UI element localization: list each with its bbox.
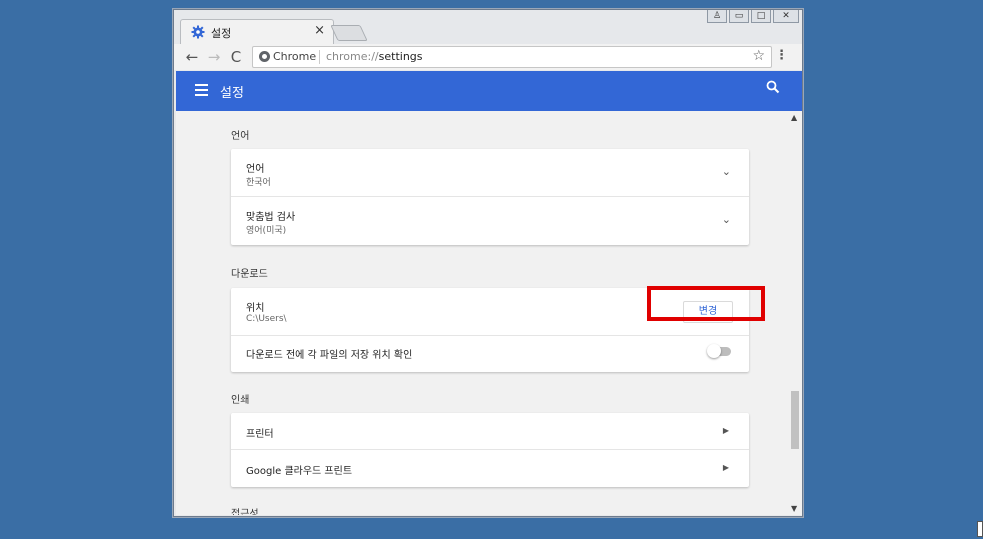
arrow-right-icon: ▶ [722, 426, 729, 435]
highlight-box [647, 286, 765, 321]
language-card: 언어 한국어 ⌄ 맞춤법 검사 영어(미국) ⌄ [231, 149, 749, 245]
printers-row[interactable]: 프린터 ▶ [231, 413, 749, 450]
spellcheck-row[interactable]: 맞춤법 검사 영어(미국) ⌄ [231, 197, 749, 245]
section-title-language: 언어 [231, 131, 250, 142]
tab-close-icon[interactable]: × [314, 23, 325, 38]
row-label: Google 클라우드 프린트 [246, 466, 353, 477]
window-controls: ♙ ▭ □ ✕ [707, 10, 799, 23]
browser-toolbar: ← → C Chrome chrome://settings ☆ ⋮ [174, 44, 802, 70]
minimize-button[interactable]: ▭ [729, 10, 749, 23]
omnibox-separator [319, 50, 320, 64]
settings-gear-icon [191, 25, 205, 39]
scroll-thumb[interactable] [791, 391, 799, 449]
page-title: 설정 [220, 86, 244, 101]
scroll-down-icon[interactable]: ▼ [791, 504, 797, 513]
chevron-down-icon[interactable]: ⌄ [722, 213, 731, 226]
settings-header: 설정 [176, 71, 802, 111]
row-value: 영어(미국) [246, 226, 287, 236]
user-icon[interactable]: ♙ [707, 10, 727, 23]
ask-location-row[interactable]: 다운로드 전에 각 파일의 저장 위치 확인 [231, 336, 749, 370]
row-label: 언어 [246, 164, 265, 175]
bookmark-star-icon[interactable]: ☆ [752, 48, 765, 64]
row-label: 프린터 [246, 429, 274, 440]
section-title-downloads: 다운로드 [231, 269, 268, 280]
location-label: 위치 [246, 303, 265, 314]
section-title-accessibility: 접근성 [231, 509, 259, 515]
omnibox-url: chrome://settings [326, 50, 423, 63]
maximize-button[interactable]: □ [751, 10, 771, 23]
tab-title: 설정 [211, 27, 232, 40]
ask-location-label: 다운로드 전에 각 파일의 저장 위치 확인 [246, 350, 413, 361]
close-window-button[interactable]: ✕ [773, 10, 799, 23]
chrome-page-icon [259, 51, 270, 62]
row-value: 한국어 [246, 178, 271, 188]
row-label: 맞춤법 검사 [246, 212, 296, 223]
title-bar: 설정 × ♙ ▭ □ ✕ [174, 10, 802, 45]
scroll-up-icon[interactable]: ▲ [791, 113, 797, 122]
chevron-down-icon[interactable]: ⌄ [722, 165, 731, 178]
desktop-corner-icon [977, 521, 983, 537]
new-tab-button[interactable] [330, 25, 368, 41]
forward-button[interactable]: → [205, 48, 223, 66]
ask-location-toggle[interactable] [707, 344, 731, 358]
reload-button[interactable]: C [227, 48, 245, 66]
search-icon[interactable] [766, 80, 780, 94]
back-button[interactable]: ← [183, 48, 201, 66]
menu-hamburger-icon[interactable] [195, 84, 208, 96]
chrome-menu-icon[interactable]: ⋮ [775, 48, 788, 63]
omnibox-chrome-label: Chrome [273, 50, 317, 63]
cloud-print-row[interactable]: Google 클라우드 프린트 ▶ [231, 450, 749, 487]
url-path: settings [378, 50, 423, 63]
language-row[interactable]: 언어 한국어 ⌄ [231, 149, 749, 197]
address-bar[interactable]: Chrome chrome://settings ☆ [252, 46, 772, 68]
tab-settings[interactable]: 설정 × [180, 19, 334, 45]
scrollbar[interactable]: ▲ ▼ [788, 111, 802, 515]
browser-window: 설정 × ♙ ▭ □ ✕ ← → C Chrome chrome://setti… [173, 9, 803, 517]
url-scheme: chrome:// [326, 50, 379, 63]
arrow-right-icon: ▶ [722, 463, 729, 472]
section-title-printing: 인쇄 [231, 395, 250, 406]
printing-card: 프린터 ▶ Google 클라우드 프린트 ▶ [231, 413, 749, 487]
location-value: C:\Users\ [246, 314, 287, 324]
